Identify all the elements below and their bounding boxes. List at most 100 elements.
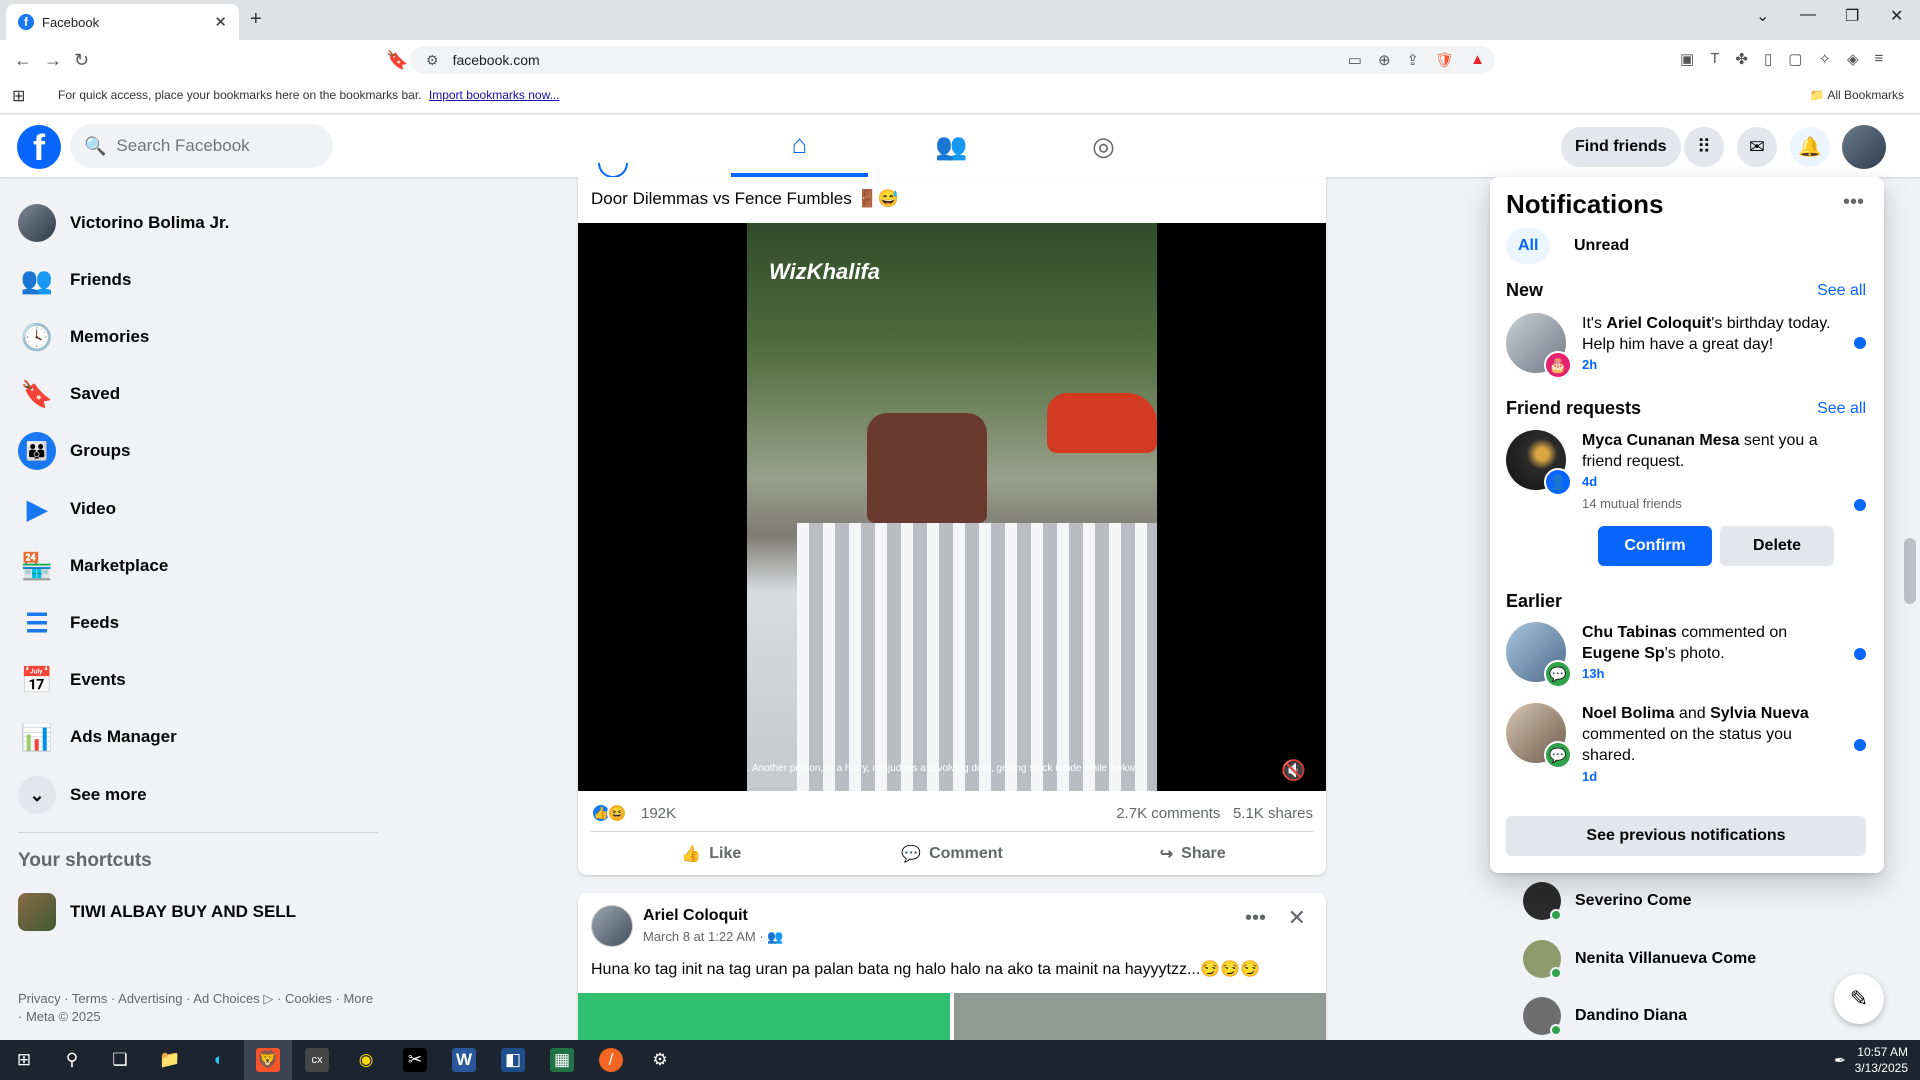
- messenger-button[interactable]: ✉: [1737, 127, 1777, 167]
- apps-grid-icon[interactable]: ⊞: [12, 86, 25, 106]
- post-image[interactable]: [954, 993, 1326, 1043]
- sidebar-item-ads-manager[interactable]: 📊 Ads Manager: [18, 715, 177, 759]
- tab-search-chevron-icon[interactable]: ⌄: [1756, 6, 1769, 26]
- minimize-icon[interactable]: —: [1800, 6, 1816, 24]
- friend-request-item[interactable]: 👤 Myca Cunanan Mesa sent you a friend re…: [1506, 430, 1876, 570]
- groups-tab[interactable]: ◎: [1035, 115, 1172, 177]
- sidebar-item-memories[interactable]: 🕓 Memories: [18, 315, 150, 359]
- see-all-requests-link[interactable]: See all: [1817, 400, 1866, 418]
- sidebar-item-feeds[interactable]: ☰ Feeds: [18, 601, 119, 645]
- tab-all[interactable]: All: [1506, 228, 1551, 264]
- close-window-icon[interactable]: ✕: [1890, 6, 1903, 26]
- sidebar-icon[interactable]: ▯: [1764, 50, 1772, 68]
- post-image[interactable]: [578, 993, 950, 1043]
- new-message-button[interactable]: ✎: [1834, 974, 1884, 1024]
- browser-tab-facebook[interactable]: f Facebook ✕: [6, 4, 239, 40]
- new-tab-button[interactable]: +: [250, 8, 262, 31]
- brave-icon[interactable]: 🦁: [256, 1048, 280, 1072]
- notification-item[interactable]: 💬 Chu Tabinas commented on Eugene Sp's p…: [1506, 622, 1876, 688]
- contact-item[interactable]: Dandino Diana: [1523, 994, 1687, 1038]
- contact-item[interactable]: Severino Come: [1523, 879, 1691, 923]
- app-icon[interactable]: cx: [305, 1048, 329, 1072]
- zoom-icon[interactable]: ⊕: [1378, 51, 1391, 69]
- app-icon[interactable]: ◧: [501, 1048, 525, 1072]
- puzzle-icon[interactable]: ✤: [1735, 50, 1748, 68]
- find-friends-button[interactable]: Find friends: [1561, 127, 1681, 167]
- forward-icon[interactable]: →: [44, 50, 62, 71]
- sidebar-see-more[interactable]: ⌄ See more: [18, 773, 147, 817]
- shares-count[interactable]: 5.1K shares: [1233, 805, 1313, 822]
- post-author-avatar[interactable]: [591, 905, 633, 947]
- reload-icon[interactable]: ↻: [74, 50, 89, 71]
- search-box[interactable]: 🔍: [70, 124, 333, 168]
- more-options-icon[interactable]: •••: [1843, 191, 1864, 214]
- bookmark-icon[interactable]: 🔖: [386, 50, 408, 71]
- close-icon[interactable]: ✕: [1288, 905, 1306, 931]
- sidebar-item-saved[interactable]: 🔖 Saved: [18, 372, 120, 416]
- restore-icon[interactable]: ❐: [1845, 6, 1859, 26]
- sidebar-item-friends[interactable]: 👥 Friends: [18, 258, 132, 302]
- share-button[interactable]: ↪ Share: [1072, 832, 1313, 875]
- home-tab[interactable]: ⌂: [731, 115, 868, 177]
- contact-item[interactable]: Nenita Villanueva Come: [1523, 937, 1756, 981]
- notification-item[interactable]: 🎂 It's Ariel Coloquit's birthday today. …: [1506, 313, 1876, 379]
- comments-count[interactable]: 2.7K comments: [1116, 805, 1220, 822]
- search-input[interactable]: [116, 136, 307, 156]
- leo-icon[interactable]: ✧: [1818, 50, 1831, 68]
- tab-unread[interactable]: Unread: [1562, 228, 1641, 264]
- mute-icon[interactable]: 🔇: [1281, 758, 1306, 783]
- pen-icon[interactable]: ✒: [1828, 1048, 1852, 1072]
- menu-icon[interactable]: ≡: [1875, 50, 1884, 68]
- translate-icon[interactable]: T: [1710, 50, 1719, 68]
- share-icon[interactable]: ⇪: [1407, 51, 1420, 69]
- excel-icon[interactable]: ▦: [550, 1048, 574, 1072]
- shortcut-item[interactable]: TIWI ALBAY BUY AND SELL: [18, 890, 296, 934]
- notification-item[interactable]: 💬 Noel Bolima and Sylvia Nueva commented…: [1506, 703, 1876, 793]
- edge-icon[interactable]: ◐: [207, 1048, 231, 1072]
- capcut-icon[interactable]: ✂: [403, 1048, 427, 1072]
- cast-icon[interactable]: ▭: [1348, 51, 1362, 69]
- post-timestamp[interactable]: March 8 at 1:22 AM · 👥: [643, 929, 783, 945]
- comment-button[interactable]: 💬 Comment: [832, 832, 1073, 875]
- word-icon[interactable]: W: [452, 1048, 476, 1072]
- extension-icon[interactable]: ▣: [1680, 50, 1694, 68]
- file-explorer-icon[interactable]: 📁: [158, 1048, 182, 1072]
- app-icon[interactable]: /: [599, 1048, 623, 1072]
- tab-close-icon[interactable]: ✕: [214, 13, 227, 31]
- friends-tab[interactable]: 👥: [883, 115, 1020, 177]
- site-settings-icon[interactable]: ⚙: [426, 52, 439, 69]
- see-previous-notifications-button[interactable]: See previous notifications: [1506, 816, 1866, 856]
- post-author-name[interactable]: Ariel Coloquit: [643, 907, 748, 925]
- page-scrollbar[interactable]: [1904, 538, 1916, 604]
- import-bookmarks-link[interactable]: Import bookmarks now...: [429, 88, 560, 102]
- delete-button[interactable]: Delete: [1720, 526, 1834, 566]
- vpn-icon[interactable]: ◈: [1847, 50, 1859, 68]
- sidebar-item-events[interactable]: 📅 Events: [18, 658, 126, 702]
- menu-grid-button[interactable]: ⠿: [1684, 127, 1724, 167]
- confirm-button[interactable]: Confirm: [1598, 526, 1712, 566]
- system-clock[interactable]: 10:57 AM 3/13/2025: [1855, 1044, 1908, 1076]
- back-icon[interactable]: ←: [14, 50, 32, 71]
- brave-rewards-icon[interactable]: ▲: [1470, 51, 1485, 69]
- url-field[interactable]: ⚙ facebook.com ▭ ⊕ ⇪ 🛡 ▲: [410, 46, 1495, 74]
- notifications-button[interactable]: 🔔: [1790, 127, 1830, 167]
- video-player[interactable]: WizKhalifa . Another person, in a hurry,…: [578, 223, 1326, 791]
- search-icon[interactable]: ⚲: [60, 1048, 84, 1072]
- brave-shield-icon[interactable]: 🛡: [1435, 51, 1454, 69]
- facebook-logo[interactable]: f: [17, 125, 61, 169]
- settings-icon[interactable]: ⚙: [648, 1048, 672, 1072]
- see-all-new-link[interactable]: See all: [1817, 282, 1866, 300]
- more-options-icon[interactable]: •••: [1245, 907, 1266, 930]
- sidebar-item-marketplace[interactable]: 🏪 Marketplace: [18, 544, 168, 588]
- wallet-icon[interactable]: ▢: [1788, 50, 1802, 68]
- app-icon[interactable]: ◉: [354, 1048, 378, 1072]
- windows-start-icon[interactable]: ⊞: [12, 1048, 36, 1072]
- all-bookmarks-button[interactable]: 📁 All Bookmarks: [1810, 88, 1904, 102]
- task-view-icon[interactable]: ❏: [108, 1048, 132, 1072]
- like-button[interactable]: 👍 Like: [591, 832, 832, 875]
- reaction-count[interactable]: 192K: [641, 805, 676, 822]
- reaction-icons[interactable]: 👍 😆: [591, 803, 627, 823]
- account-avatar[interactable]: [1842, 125, 1886, 169]
- sidebar-item-profile[interactable]: Victorino Bolima Jr.: [18, 201, 229, 245]
- sidebar-item-groups[interactable]: 👪 Groups: [18, 429, 130, 473]
